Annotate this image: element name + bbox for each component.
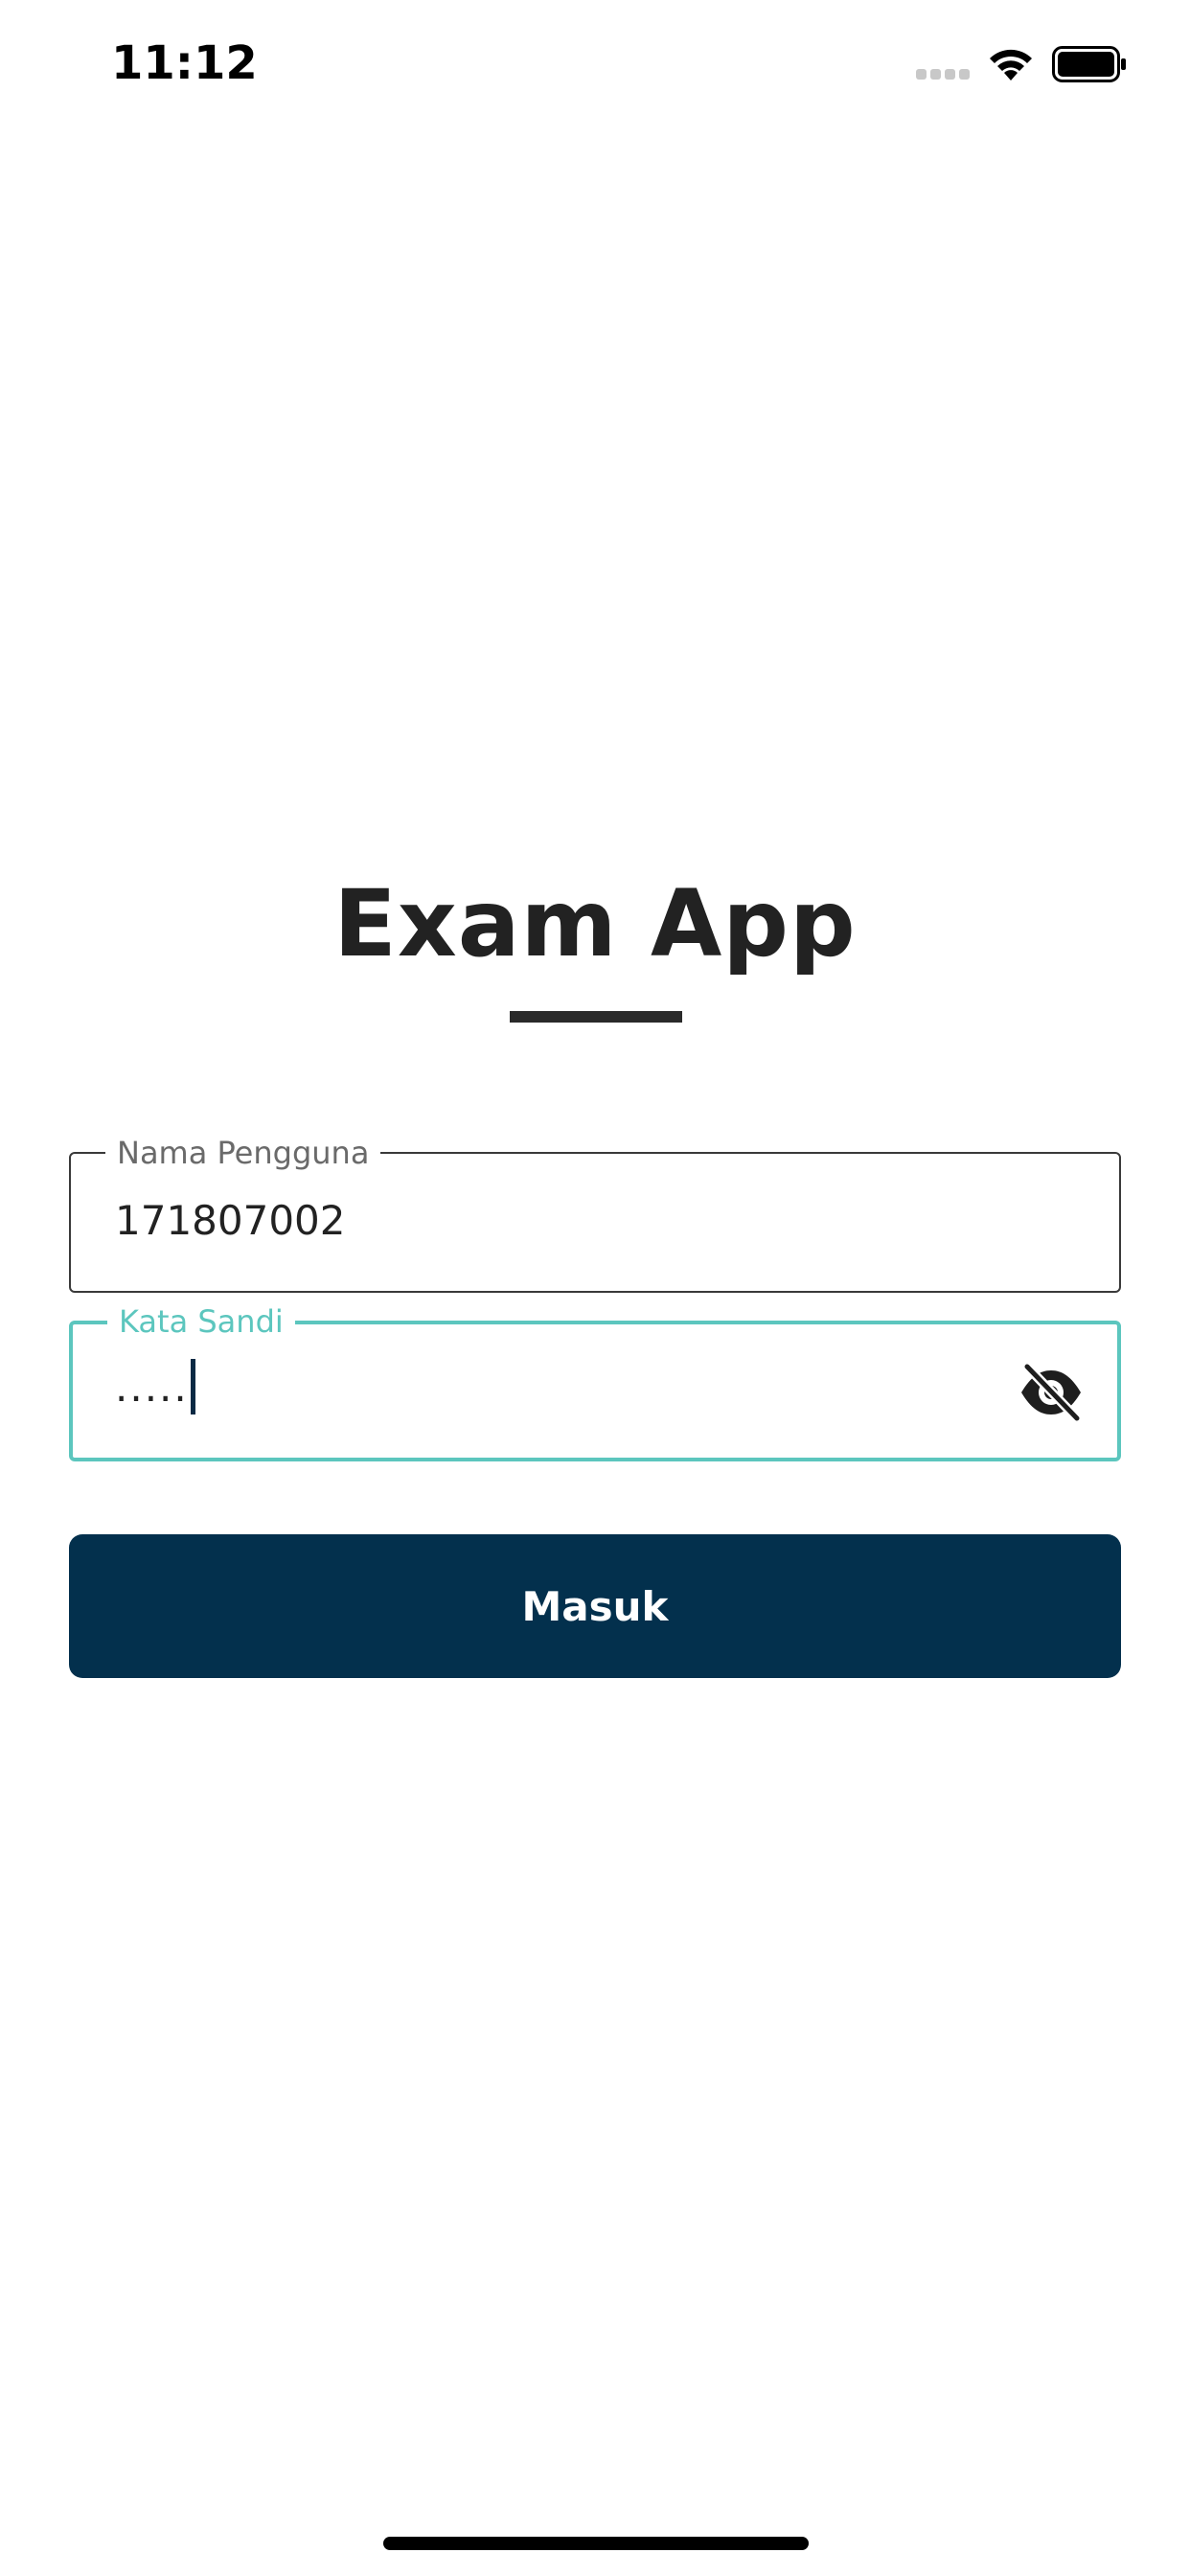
username-label: Nama Pengguna	[105, 1135, 381, 1171]
password-masked-value: .....	[115, 1364, 189, 1411]
password-label: Kata Sandi	[107, 1303, 295, 1340]
page-title: Exam App	[333, 870, 857, 978]
cellular-signal-icon	[916, 69, 970, 80]
status-bar: 11:12	[0, 0, 1190, 134]
login-button[interactable]: Masuk	[69, 1534, 1121, 1678]
battery-icon	[1052, 46, 1126, 82]
password-field[interactable]: Kata Sandi .....	[69, 1303, 1121, 1461]
home-indicator[interactable]	[383, 2537, 809, 2550]
title-underline	[510, 1011, 682, 1023]
username-field[interactable]: Nama Pengguna 171807002	[69, 1135, 1121, 1293]
eye-slash-icon[interactable]	[1018, 1363, 1085, 1422]
status-time: 11:12	[111, 36, 258, 90]
password-input[interactable]: .....	[115, 1358, 195, 1418]
wifi-icon	[990, 49, 1032, 80]
text-caret	[190, 1358, 195, 1414]
username-input[interactable]: 171807002	[115, 1194, 346, 1248]
